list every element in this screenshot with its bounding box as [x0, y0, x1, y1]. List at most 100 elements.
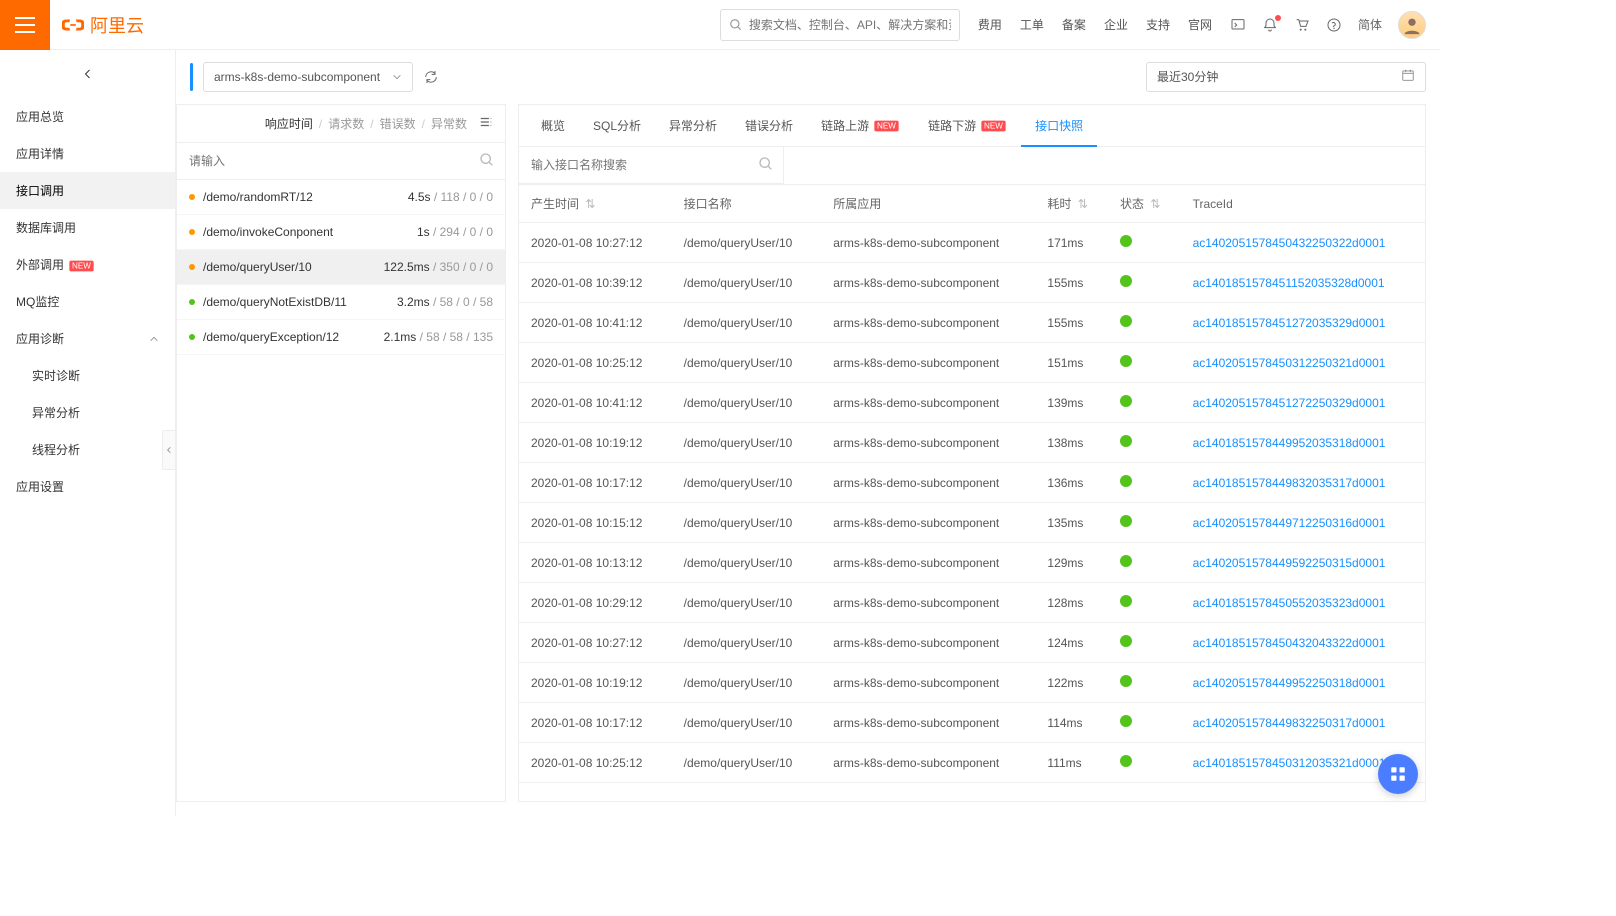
trace-link[interactable]: ac1402051578451272250329d0001 [1193, 396, 1386, 410]
trace-link[interactable]: ac1401851578449952035318d0001 [1193, 436, 1386, 450]
sidebar-item-label: 应用诊断 [16, 330, 64, 347]
cell-app: arms-k8s-demo-subcomponent [821, 423, 1035, 463]
console-icon[interactable] [1230, 17, 1246, 33]
notification-icon[interactable] [1262, 17, 1278, 33]
list-settings-icon[interactable] [479, 115, 493, 132]
trace-link[interactable]: ac1402051578450432250322d0001 [1193, 236, 1386, 250]
sidebar-item-6[interactable]: 应用诊断 [0, 320, 175, 357]
table-row: 2020-01-08 10:29:12/demo/queryUser/10arm… [519, 583, 1425, 623]
new-badge: NEW [874, 120, 898, 131]
tab-2[interactable]: 异常分析 [655, 105, 731, 146]
sidebar-item-5[interactable]: MQ监控 [0, 283, 175, 320]
global-search[interactable] [720, 9, 960, 41]
help-icon[interactable] [1326, 17, 1342, 33]
nav-link-beian[interactable]: 备案 [1062, 16, 1086, 33]
tab-label: 异常分析 [669, 117, 717, 134]
sidebar-item-label: 接口调用 [16, 182, 64, 199]
refresh-button[interactable] [423, 69, 439, 85]
tab-1[interactable]: SQL分析 [579, 105, 655, 146]
trace-link[interactable]: ac1401851578450552035323d0001 [1193, 596, 1386, 610]
toolbar-accent-bar [190, 63, 193, 91]
tab-0[interactable]: 概览 [527, 105, 579, 146]
nav-link-website[interactable]: 官网 [1188, 16, 1212, 33]
status-ok-icon [1120, 355, 1132, 367]
status-ok-icon [1120, 595, 1132, 607]
api-item[interactable]: /demo/invokeConponent1s / 294 / 0 / 0 [177, 215, 505, 250]
cart-icon[interactable] [1294, 17, 1310, 33]
tab-label: 接口快照 [1035, 117, 1083, 134]
cell-api: /demo/queryUser/10 [672, 623, 822, 663]
cell-time: 2020-01-08 10:29:12 [519, 583, 672, 623]
sidebar-item-10[interactable]: 应用设置 [0, 468, 175, 505]
new-badge: NEW [981, 120, 1005, 131]
nav-link-fee[interactable]: 费用 [978, 16, 1002, 33]
api-search-input[interactable] [177, 143, 505, 179]
trace-link[interactable]: ac1401851578451272035329d0001 [1193, 316, 1386, 330]
user-avatar[interactable] [1398, 11, 1426, 39]
app-selector[interactable]: arms-k8s-demo-subcomponent [203, 62, 413, 92]
trace-link[interactable]: ac1402051578449832250317d0001 [1193, 716, 1386, 730]
api-item[interactable]: /demo/queryException/122.1ms / 58 / 58 /… [177, 320, 505, 355]
sidebar-back[interactable] [0, 50, 175, 98]
cell-cost: 122ms [1035, 663, 1108, 703]
tab-4[interactable]: 链路上游NEW [807, 105, 914, 146]
sidebar-item-1[interactable]: 应用详情 [0, 135, 175, 172]
metric-exceptions[interactable]: 异常数 [431, 115, 467, 132]
trace-link[interactable]: ac1401851578450312035321d0001 [1193, 756, 1386, 770]
api-item[interactable]: /demo/randomRT/124.5s / 118 / 0 / 0 [177, 180, 505, 215]
floating-apps-button[interactable] [1378, 754, 1418, 794]
metric-requests[interactable]: 请求数 [328, 115, 364, 132]
global-search-input[interactable] [749, 18, 951, 32]
tab-label: SQL分析 [593, 117, 641, 134]
cell-app: arms-k8s-demo-subcomponent [821, 583, 1035, 623]
metric-errors[interactable]: 错误数 [380, 115, 416, 132]
cell-api: /demo/queryUser/10 [672, 263, 822, 303]
snapshot-table-wrap[interactable]: 产生时间 ⇅接口名称所属应用耗时 ⇅状态 ⇅TraceId 2020-01-08… [519, 185, 1425, 801]
status-ok-icon [1120, 395, 1132, 407]
trace-link[interactable]: ac1401851578449832035317d0001 [1193, 476, 1386, 490]
cell-api: /demo/queryUser/10 [672, 383, 822, 423]
nav-link-enterprise[interactable]: 企业 [1104, 16, 1128, 33]
tab-3[interactable]: 错误分析 [731, 105, 807, 146]
sidebar-item-4[interactable]: 外部调用NEW [0, 246, 175, 283]
api-item[interactable]: /demo/queryUser/10122.5ms / 350 / 0 / 0 [177, 250, 505, 285]
tab-5[interactable]: 链路下游NEW [914, 105, 1021, 146]
sidebar-item-8[interactable]: 异常分析 [0, 394, 175, 431]
menu-toggle[interactable] [0, 0, 50, 50]
cell-status [1108, 343, 1181, 383]
trace-link[interactable]: ac1401851578450432043322d0001 [1193, 636, 1386, 650]
col-header-0[interactable]: 产生时间 ⇅ [519, 185, 672, 223]
cell-app: arms-k8s-demo-subcomponent [821, 703, 1035, 743]
cell-trace: ac1401851578451152035328d0001 [1181, 263, 1425, 303]
sidebar-item-9[interactable]: 线程分析 [0, 431, 175, 468]
trace-link[interactable]: ac1402051578449712250316d0001 [1193, 516, 1386, 530]
sidebar-item-7[interactable]: 实时诊断 [0, 357, 175, 394]
sort-icon: ⇅ [1150, 197, 1160, 211]
sidebar-item-2[interactable]: 接口调用 [0, 172, 175, 209]
status-dot-icon [189, 194, 195, 200]
api-search [177, 143, 505, 180]
nav-link-support[interactable]: 支持 [1146, 16, 1170, 33]
col-header-3[interactable]: 耗时 ⇅ [1035, 185, 1108, 223]
api-item[interactable]: /demo/queryNotExistDB/113.2ms / 58 / 0 /… [177, 285, 505, 320]
tab-6[interactable]: 接口快照 [1021, 105, 1097, 146]
trace-link[interactable]: ac1402051578449952250318d0001 [1193, 676, 1386, 690]
col-header-4[interactable]: 状态 ⇅ [1108, 185, 1181, 223]
trace-link[interactable]: ac1402051578450312250321d0001 [1193, 356, 1386, 370]
sidebar-item-3[interactable]: 数据库调用 [0, 209, 175, 246]
table-row: 2020-01-08 10:17:12/demo/queryUser/10arm… [519, 463, 1425, 503]
metric-rt[interactable]: 响应时间 [265, 115, 313, 132]
brand-logo[interactable]: 阿里云 [62, 12, 144, 38]
nav-link-ticket[interactable]: 工单 [1020, 16, 1044, 33]
api-metrics-tabs: 响应时间 / 请求数 / 错误数 / 异常数 [177, 105, 505, 143]
trace-link[interactable]: ac1401851578451152035328d0001 [1193, 276, 1385, 290]
snapshot-search-input[interactable] [519, 147, 784, 183]
cell-trace: ac1401851578450432043322d0001 [1181, 623, 1425, 663]
timerange-picker[interactable]: 最近30分钟 [1146, 62, 1426, 92]
lang-switch[interactable]: 简体 [1358, 16, 1382, 33]
sidebar-collapse-handle[interactable] [162, 430, 176, 470]
table-row: 2020-01-08 10:25:12/demo/queryUser/10arm… [519, 743, 1425, 783]
sidebar-item-0[interactable]: 应用总览 [0, 98, 175, 135]
trace-link[interactable]: ac1402051578449592250315d0001 [1193, 556, 1386, 570]
cell-cost: 114ms [1035, 703, 1108, 743]
